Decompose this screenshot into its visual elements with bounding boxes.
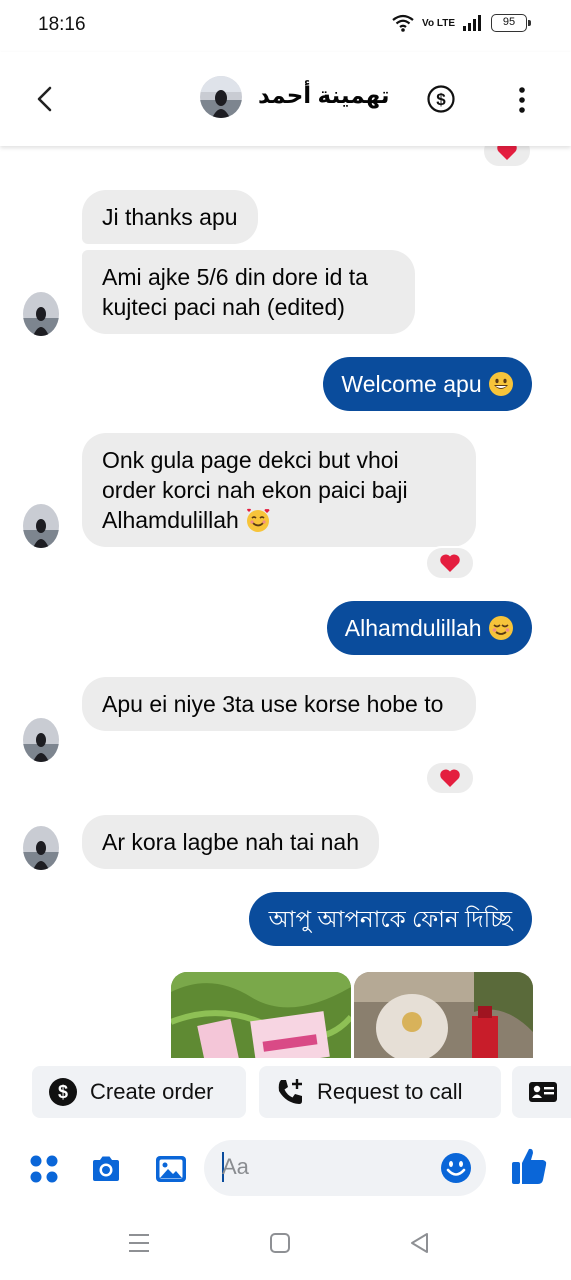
message-text: Ar kora lagbe nah tai nah — [102, 829, 360, 855]
message-text: Apu ei niye 3ta use korse hobe to — [102, 691, 444, 717]
recent-apps-icon[interactable] — [127, 1232, 151, 1254]
home-icon[interactable] — [268, 1232, 292, 1254]
reaction-heart[interactable] — [425, 546, 475, 580]
image-attachment[interactable] — [354, 972, 533, 1058]
outgoing-message[interactable]: Welcome apu — [323, 357, 532, 411]
contact-card-button[interactable] — [512, 1066, 571, 1118]
status-time: 18:16 — [38, 14, 86, 35]
incoming-message[interactable]: Ar kora lagbe nah tai nah — [82, 815, 380, 869]
message-composer: Aa — [0, 1130, 571, 1206]
back-arrow-icon[interactable] — [30, 82, 60, 116]
message-input-placeholder: Aa — [222, 1154, 249, 1179]
contact-avatar-small[interactable] — [23, 826, 59, 870]
payment-dollar-icon[interactable]: $ — [427, 85, 455, 113]
request-to-call-button[interactable]: Request to call — [259, 1066, 501, 1118]
smiling-face-with-hearts-emoji — [247, 508, 270, 532]
like-thumbs-up-icon[interactable] — [510, 1146, 548, 1186]
status-bar: 18:16 Vo LTE 95 — [0, 0, 571, 52]
contact-card-icon — [529, 1082, 557, 1102]
incoming-message[interactable]: Onk gula page dekci but vhoi order korci… — [82, 433, 476, 547]
reaction-heart[interactable] — [482, 146, 532, 168]
contact-avatar[interactable] — [200, 76, 242, 118]
status-icons: Vo LTE 95 — [392, 14, 531, 32]
quick-action-chips: $ Create order Request to call — [0, 1064, 571, 1122]
create-order-button[interactable]: $ Create order — [32, 1066, 246, 1118]
outgoing-message[interactable]: Alhamdulillah — [326, 601, 532, 655]
heart-icon — [497, 146, 517, 160]
incoming-message[interactable]: Ji thanks apu — [82, 190, 258, 244]
contact-avatar-small[interactable] — [23, 718, 59, 762]
more-options-icon[interactable] — [514, 86, 530, 114]
create-order-label: Create order — [90, 1079, 214, 1104]
image-attachment[interactable] — [171, 972, 351, 1058]
incoming-message[interactable]: Apu ei niye 3ta use korse hobe to — [82, 677, 476, 731]
menu-grid-icon[interactable] — [27, 1152, 61, 1186]
heart-icon — [440, 554, 460, 572]
system-navigation-bar — [0, 1210, 571, 1280]
grinning-face-emoji — [489, 372, 513, 396]
request-to-call-label: Request to call — [317, 1079, 463, 1104]
incoming-message[interactable]: Ami ajke 5/6 din dore id ta kujteci paci… — [82, 250, 415, 334]
message-text: Ami ajke 5/6 din dore id ta kujteci paci… — [102, 264, 368, 320]
contact-name[interactable]: تهمينة أحمد — [258, 82, 390, 109]
message-text: আপু আপনাকে ফোন দিচ্ছি — [268, 906, 512, 932]
svg-text:$: $ — [436, 90, 446, 109]
message-text: Alhamdulillah — [344, 615, 482, 641]
camera-icon[interactable] — [89, 1152, 123, 1186]
battery-icon: 95 — [491, 14, 531, 32]
signal-icon — [463, 15, 481, 31]
message-text: Welcome apu — [341, 371, 482, 397]
message-text: Ji thanks apu — [102, 204, 238, 230]
contact-avatar-small[interactable] — [23, 504, 59, 548]
volte-indicator: Vo LTE — [422, 17, 455, 29]
back-nav-icon[interactable] — [408, 1232, 432, 1254]
svg-text:$: $ — [58, 1082, 68, 1102]
chat-header: تهمينة أحمد $ — [0, 52, 571, 146]
gallery-image-icon[interactable] — [154, 1152, 188, 1186]
reaction-heart[interactable] — [425, 761, 475, 795]
phone-plus-icon — [278, 1079, 302, 1104]
message-list[interactable]: Ji thanks apu Ami ajke 5/6 din dore id t… — [0, 146, 571, 1058]
emoji-picker-icon[interactable] — [440, 1152, 472, 1184]
outgoing-message[interactable]: আপু আপনাকে ফোন দিচ্ছি — [248, 892, 532, 946]
wifi-icon — [392, 14, 414, 32]
relieved-face-emoji — [489, 616, 513, 640]
dollar-circle-icon: $ — [49, 1078, 77, 1106]
message-input[interactable]: Aa — [204, 1140, 486, 1196]
contact-avatar-small[interactable] — [23, 292, 59, 336]
heart-icon — [440, 769, 460, 787]
